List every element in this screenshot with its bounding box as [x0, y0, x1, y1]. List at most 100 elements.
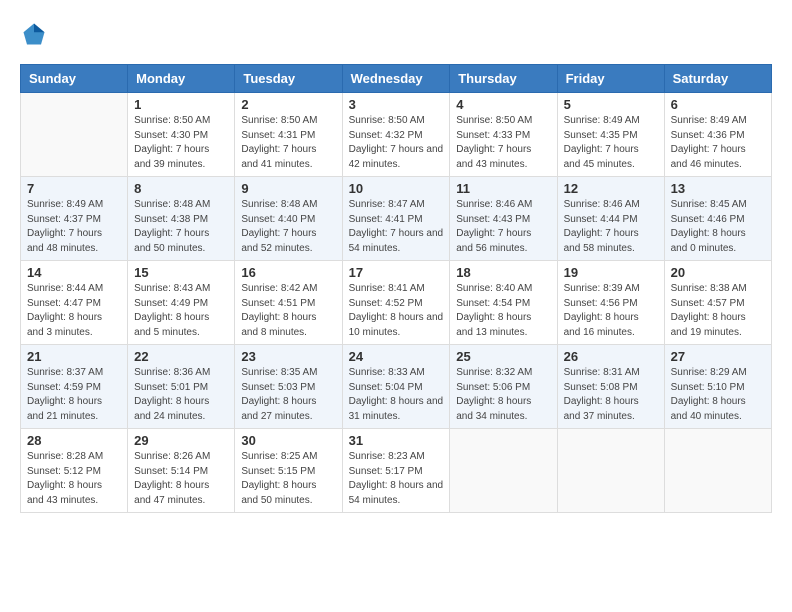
cell-content: Sunrise: 8:49 AMSunset: 4:36 PMDaylight:… — [671, 114, 765, 172]
column-header-wednesday: Wednesday — [342, 65, 450, 93]
day-number: 14 — [27, 265, 121, 280]
cell-content: Sunrise: 8:46 AMSunset: 4:44 PMDaylight:… — [564, 198, 658, 256]
column-header-friday: Friday — [557, 65, 664, 93]
calendar-cell: 20 Sunrise: 8:38 AMSunset: 4:57 PMDayligh… — [664, 261, 771, 345]
calendar-cell — [21, 93, 128, 177]
calendar-cell — [450, 429, 557, 513]
cell-content: Sunrise: 8:45 AMSunset: 4:46 PMDaylight:… — [671, 198, 765, 256]
cell-content: Sunrise: 8:50 AMSunset: 4:33 PMDaylight:… — [456, 114, 550, 172]
day-number: 21 — [27, 349, 121, 364]
cell-content: Sunrise: 8:39 AMSunset: 4:56 PMDaylight:… — [564, 282, 658, 340]
calendar-cell: 21 Sunrise: 8:37 AMSunset: 4:59 PMDayligh… — [21, 345, 128, 429]
day-number: 5 — [564, 97, 658, 112]
logo-icon — [20, 20, 48, 48]
calendar-week-row: 28Sunrise: 8:28 AMSunset: 5:12 PMDayligh… — [21, 429, 772, 513]
calendar-cell: 27Sunrise: 8:29 AMSunset: 5:10 PMDayligh… — [664, 345, 771, 429]
cell-content: Sunrise: 8:25 AMSunset: 5:15 PMDaylight:… — [241, 450, 335, 508]
calendar-cell: 26 Sunrise: 8:31 AMSunset: 5:08 PMDayligh… — [557, 345, 664, 429]
cell-content: Sunrise: 8:36 AMSunset: 5:01 PMDaylight:… — [134, 366, 228, 424]
calendar-cell: 14 Sunrise: 8:44 AMSunset: 4:47 PMDayligh… — [21, 261, 128, 345]
day-number: 31 — [349, 433, 444, 448]
column-header-monday: Monday — [128, 65, 235, 93]
calendar-cell: 3 Sunrise: 8:50 AMSunset: 4:32 PMDaylight… — [342, 93, 450, 177]
cell-content: Sunrise: 8:38 AMSunset: 4:57 PMDaylight:… — [671, 282, 765, 340]
cell-content: Sunrise: 8:33 AMSunset: 5:04 PMDaylight:… — [349, 366, 444, 424]
calendar-cell: 25Sunrise: 8:32 AMSunset: 5:06 PMDayligh… — [450, 345, 557, 429]
day-number: 6 — [671, 97, 765, 112]
calendar-cell: 18Sunrise: 8:40 AMSunset: 4:54 PMDayligh… — [450, 261, 557, 345]
calendar-cell: 19Sunrise: 8:39 AMSunset: 4:56 PMDayligh… — [557, 261, 664, 345]
calendar-header-row: SundayMondayTuesdayWednesdayThursdayFrid… — [21, 65, 772, 93]
cell-content: Sunrise: 8:42 AMSunset: 4:51 PMDaylight:… — [241, 282, 335, 340]
day-number: 20 — [671, 265, 765, 280]
calendar-week-row: 21 Sunrise: 8:37 AMSunset: 4:59 PMDayligh… — [21, 345, 772, 429]
calendar-cell: 15 Sunrise: 8:43 AMSunset: 4:49 PMDayligh… — [128, 261, 235, 345]
calendar-cell: 2Sunrise: 8:50 AMSunset: 4:31 PMDaylight… — [235, 93, 342, 177]
column-header-saturday: Saturday — [664, 65, 771, 93]
day-number: 10 — [349, 181, 444, 196]
cell-content: Sunrise: 8:47 AMSunset: 4:41 PMDaylight:… — [349, 198, 444, 256]
column-header-sunday: Sunday — [21, 65, 128, 93]
day-number: 30 — [241, 433, 335, 448]
calendar-cell: 17 Sunrise: 8:41 AMSunset: 4:52 PMDayligh… — [342, 261, 450, 345]
day-number: 25 — [456, 349, 550, 364]
column-header-tuesday: Tuesday — [235, 65, 342, 93]
calendar-cell: 30 Sunrise: 8:25 AMSunset: 5:15 PMDayligh… — [235, 429, 342, 513]
day-number: 13 — [671, 181, 765, 196]
calendar-cell: 24 Sunrise: 8:33 AMSunset: 5:04 PMDayligh… — [342, 345, 450, 429]
day-number: 4 — [456, 97, 550, 112]
calendar-cell: 5 Sunrise: 8:49 AMSunset: 4:35 PMDaylight… — [557, 93, 664, 177]
calendar-cell — [664, 429, 771, 513]
cell-content: Sunrise: 8:28 AMSunset: 5:12 PMDaylight:… — [27, 450, 121, 508]
day-number: 12 — [564, 181, 658, 196]
calendar-cell: 6 Sunrise: 8:49 AMSunset: 4:36 PMDaylight… — [664, 93, 771, 177]
column-header-thursday: Thursday — [450, 65, 557, 93]
cell-content: Sunrise: 8:40 AMSunset: 4:54 PMDaylight:… — [456, 282, 550, 340]
cell-content: Sunrise: 8:26 AMSunset: 5:14 PMDaylight:… — [134, 450, 228, 508]
day-number: 7 — [27, 181, 121, 196]
logo — [20, 20, 52, 48]
day-number: 11 — [456, 181, 550, 196]
day-number: 3 — [349, 97, 444, 112]
day-number: 16 — [241, 265, 335, 280]
calendar-week-row: 7Sunrise: 8:49 AMSunset: 4:37 PMDaylight… — [21, 177, 772, 261]
calendar-table: SundayMondayTuesdayWednesdayThursdayFrid… — [20, 64, 772, 513]
cell-content: Sunrise: 8:49 AMSunset: 4:35 PMDaylight:… — [564, 114, 658, 172]
day-number: 24 — [349, 349, 444, 364]
calendar-cell: 7Sunrise: 8:49 AMSunset: 4:37 PMDaylight… — [21, 177, 128, 261]
calendar-cell: 4 Sunrise: 8:50 AMSunset: 4:33 PMDaylight… — [450, 93, 557, 177]
calendar-cell: 23Sunrise: 8:35 AMSunset: 5:03 PMDayligh… — [235, 345, 342, 429]
cell-content: Sunrise: 8:48 AMSunset: 4:40 PMDaylight:… — [241, 198, 335, 256]
calendar-week-row: 1Sunrise: 8:50 AMSunset: 4:30 PMDaylight… — [21, 93, 772, 177]
day-number: 22 — [134, 349, 228, 364]
cell-content: Sunrise: 8:37 AMSunset: 4:59 PMDaylight:… — [27, 366, 121, 424]
cell-content: Sunrise: 8:48 AMSunset: 4:38 PMDaylight:… — [134, 198, 228, 256]
calendar-cell — [557, 429, 664, 513]
calendar-cell: 28Sunrise: 8:28 AMSunset: 5:12 PMDayligh… — [21, 429, 128, 513]
cell-content: Sunrise: 8:50 AMSunset: 4:32 PMDaylight:… — [349, 114, 444, 172]
day-number: 17 — [349, 265, 444, 280]
day-number: 26 — [564, 349, 658, 364]
calendar-cell: 22 Sunrise: 8:36 AMSunset: 5:01 PMDayligh… — [128, 345, 235, 429]
calendar-cell: 11 Sunrise: 8:46 AMSunset: 4:43 PMDayligh… — [450, 177, 557, 261]
calendar-cell: 9 Sunrise: 8:48 AMSunset: 4:40 PMDaylight… — [235, 177, 342, 261]
cell-content: Sunrise: 8:46 AMSunset: 4:43 PMDaylight:… — [456, 198, 550, 256]
day-number: 8 — [134, 181, 228, 196]
calendar-cell: 12 Sunrise: 8:46 AMSunset: 4:44 PMDayligh… — [557, 177, 664, 261]
calendar-cell: 29 Sunrise: 8:26 AMSunset: 5:14 PMDayligh… — [128, 429, 235, 513]
cell-content: Sunrise: 8:35 AMSunset: 5:03 PMDaylight:… — [241, 366, 335, 424]
day-number: 2 — [241, 97, 335, 112]
calendar-cell: 31 Sunrise: 8:23 AMSunset: 5:17 PMDayligh… — [342, 429, 450, 513]
day-number: 27 — [671, 349, 765, 364]
cell-content: Sunrise: 8:41 AMSunset: 4:52 PMDaylight:… — [349, 282, 444, 340]
calendar-cell: 13 Sunrise: 8:45 AMSunset: 4:46 PMDayligh… — [664, 177, 771, 261]
cell-content: Sunrise: 8:23 AMSunset: 5:17 PMDaylight:… — [349, 450, 444, 508]
cell-content: Sunrise: 8:43 AMSunset: 4:49 PMDaylight:… — [134, 282, 228, 340]
day-number: 9 — [241, 181, 335, 196]
cell-content: Sunrise: 8:44 AMSunset: 4:47 PMDaylight:… — [27, 282, 121, 340]
cell-content: Sunrise: 8:31 AMSunset: 5:08 PMDaylight:… — [564, 366, 658, 424]
day-number: 1 — [134, 97, 228, 112]
calendar-week-row: 14 Sunrise: 8:44 AMSunset: 4:47 PMDayligh… — [21, 261, 772, 345]
day-number: 15 — [134, 265, 228, 280]
day-number: 29 — [134, 433, 228, 448]
